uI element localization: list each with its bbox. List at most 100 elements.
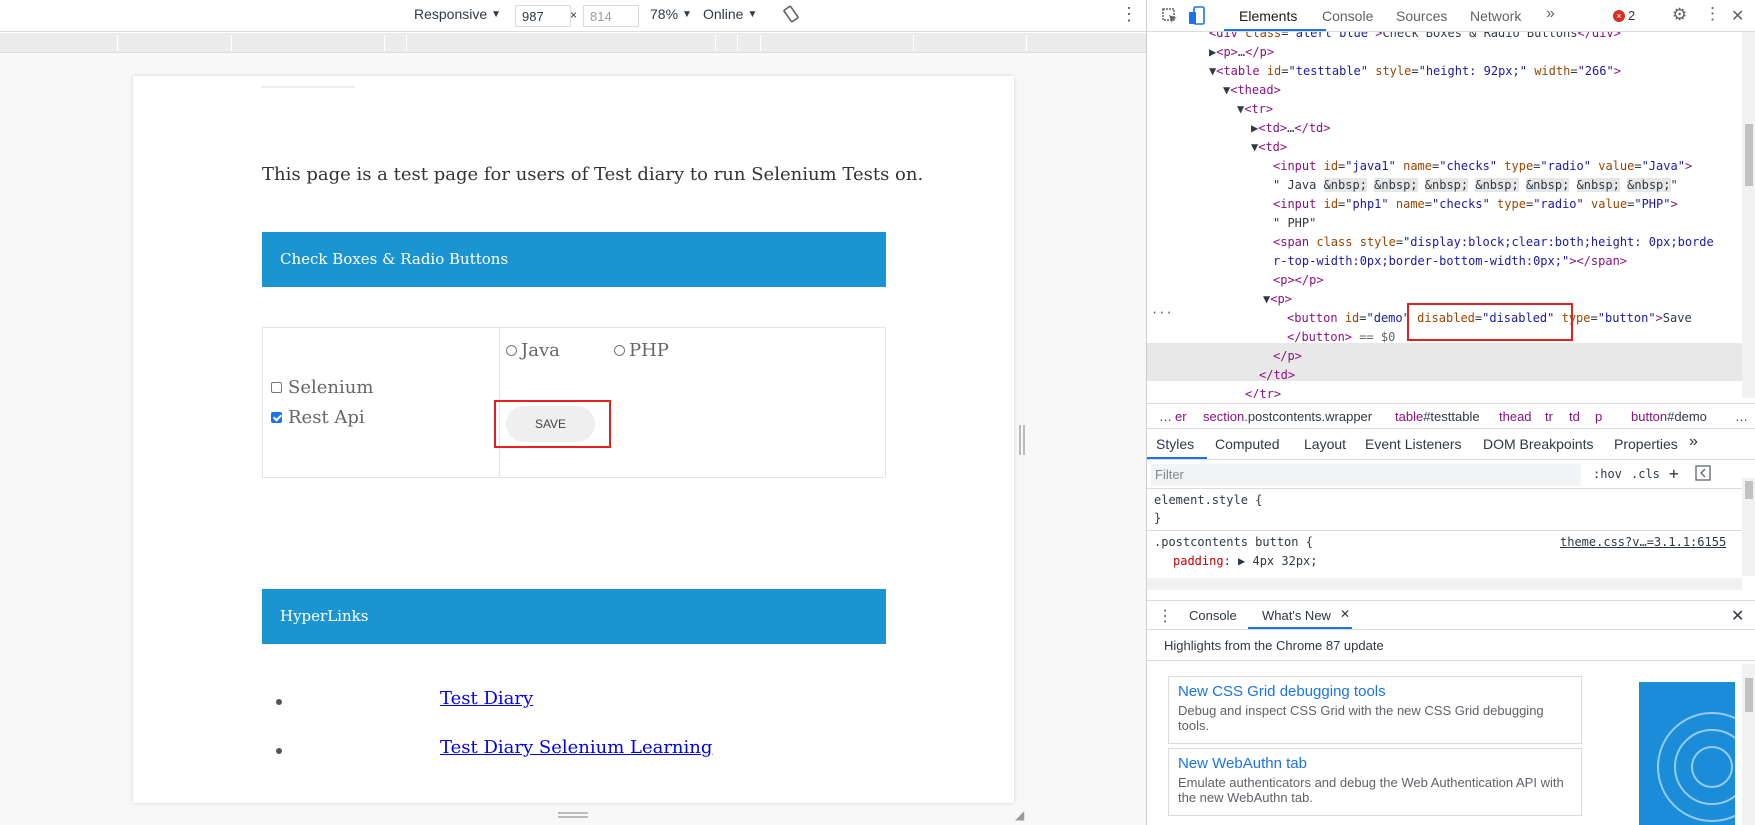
breadcrumb-item[interactable]: td — [1569, 409, 1580, 424]
drawer-tab-whats-new[interactable]: What's New — [1262, 608, 1331, 623]
dom-node[interactable]: <input id="java1" name="checks" type="ra… — [1273, 157, 1692, 176]
checkbox-checked-icon[interactable] — [271, 412, 282, 423]
breadcrumb-item[interactable]: table#testtable — [1395, 409, 1480, 424]
dom-node[interactable]: ▼<thead> — [1223, 81, 1281, 100]
active-tab-indicator — [1147, 457, 1207, 459]
breadcrumb-item[interactable]: thead — [1499, 409, 1532, 424]
dropdown-arrow-icon: ▼ — [491, 8, 502, 20]
add-rule-icon[interactable]: + — [1669, 464, 1679, 483]
close-tab-icon[interactable]: ✕ — [1340, 607, 1350, 621]
dom-node[interactable]: </p> — [1273, 347, 1302, 366]
radio-icon[interactable] — [506, 345, 517, 356]
breadcrumb-overflow-icon[interactable]: … — [1159, 409, 1172, 424]
whats-new-card[interactable]: New WebAuthn tab Emulate authenticators … — [1168, 748, 1582, 816]
settings-gear-icon[interactable]: ⚙ — [1672, 5, 1687, 25]
dom-node[interactable]: " PHP" — [1273, 214, 1316, 233]
dom-node[interactable]: ▼<table id="testtable" style="height: 92… — [1209, 62, 1621, 81]
dom-node[interactable]: ▶<td>…</td> — [1251, 119, 1331, 138]
devtools-panel: Elements Console Sources Network » × 2 ⚙… — [1146, 0, 1755, 825]
rule-declaration[interactable]: padding: ▶ 4px 32px; — [1173, 554, 1318, 568]
close-icon[interactable]: ✕ — [1731, 6, 1744, 26]
dom-node[interactable]: ▼<td> — [1251, 138, 1287, 157]
scrollbar-thumb[interactable] — [1745, 678, 1753, 712]
tab-styles[interactable]: Styles — [1156, 436, 1194, 452]
tab-computed[interactable]: Computed — [1215, 436, 1280, 452]
more-tabs-icon[interactable]: » — [1546, 5, 1555, 23]
styles-scrollbar[interactable] — [1742, 478, 1755, 576]
more-options-icon[interactable]: ⋮ — [1120, 4, 1138, 25]
device-mode-select[interactable]: Responsive ▼ — [414, 6, 501, 22]
card-title[interactable]: New CSS Grid debugging tools — [1178, 683, 1572, 700]
dom-node[interactable]: </tr> — [1245, 385, 1281, 398]
checkbox-rest-api[interactable]: Rest Api — [271, 407, 365, 428]
styles-filter-input[interactable]: Filter — [1151, 464, 1581, 486]
radio-label: Java — [521, 340, 560, 361]
selected-node-highlight — [1147, 343, 1742, 381]
cls-toggle[interactable]: .cls — [1631, 467, 1660, 481]
dimension-separator: × — [570, 8, 578, 22]
more-options-icon[interactable]: ⋮ — [1704, 4, 1721, 24]
zoom-select[interactable]: 78% ▼ — [650, 6, 692, 22]
dom-node[interactable]: <input id="php1" name="checks" type="rad… — [1273, 195, 1678, 214]
viewport-height-input[interactable]: 814 — [583, 5, 639, 27]
dom-node[interactable]: ▼<tr> — [1237, 100, 1273, 119]
whats-new-card[interactable]: New CSS Grid debugging tools Debug and i… — [1168, 676, 1582, 744]
radio-java[interactable]: Java — [506, 340, 560, 361]
tab-console[interactable]: Console — [1322, 8, 1373, 24]
rotate-icon[interactable] — [782, 5, 800, 23]
dom-node[interactable]: r-top-width:0px;border-bottom-width:0px;… — [1273, 252, 1627, 271]
checkbox-icon[interactable] — [271, 382, 282, 393]
breadcrumb-item[interactable]: p — [1595, 409, 1602, 424]
node-actions-icon[interactable]: ··· — [1151, 304, 1173, 323]
tab-layout[interactable]: Layout — [1304, 436, 1346, 452]
tab-sources[interactable]: Sources — [1396, 8, 1447, 24]
drawer-tab-console[interactable]: Console — [1189, 608, 1237, 623]
more-tabs-icon[interactable]: » — [1689, 433, 1698, 451]
dom-node[interactable]: <span class style="display:block;clear:b… — [1273, 233, 1714, 252]
card-description: Emulate authenticators and debug the Web… — [1178, 775, 1564, 805]
dom-node[interactable]: ▼<p> — [1263, 290, 1292, 309]
dom-node[interactable]: </td> — [1259, 366, 1295, 385]
radio-php[interactable]: PHP — [614, 340, 669, 361]
dom-node[interactable]: <p></p> — [1273, 271, 1324, 290]
network-throttle-select[interactable]: Online ▼ — [703, 6, 757, 22]
card-title[interactable]: New WebAuthn tab — [1178, 755, 1572, 772]
breadcrumb-overflow-icon[interactable]: … — [1735, 409, 1748, 424]
dom-node[interactable]: ▶<p>…</p> — [1209, 43, 1274, 62]
resize-handle-bottom[interactable] — [558, 812, 588, 818]
drawer-menu-icon[interactable]: ⋮ — [1157, 606, 1173, 626]
tab-event-listeners[interactable]: Event Listeners — [1365, 436, 1462, 452]
scrollbar-thumb[interactable] — [1745, 124, 1753, 186]
active-tab-indicator — [1224, 29, 1326, 31]
device-toggle-icon[interactable] — [1188, 6, 1206, 29]
sidebar-toggle-icon[interactable] — [1695, 465, 1711, 484]
breadcrumb-item-selected[interactable]: button#demo — [1631, 409, 1707, 424]
dom-node[interactable]: <div class="alert blue">Check Boxes & Ra… — [1209, 32, 1621, 43]
radio-icon[interactable] — [614, 345, 625, 356]
dom-node[interactable]: </button> == $0 — [1287, 328, 1395, 347]
hov-toggle[interactable]: :hov — [1593, 467, 1622, 481]
tab-network[interactable]: Network — [1470, 8, 1521, 24]
viewport-width-input[interactable]: 987 — [515, 5, 571, 27]
drawer-scrollbar[interactable] — [1742, 664, 1755, 825]
scrollbar-thumb[interactable] — [1745, 481, 1753, 499]
resize-handle-corner[interactable]: ◢ — [1015, 808, 1024, 822]
checkbox-selenium[interactable]: Selenium — [271, 377, 373, 398]
breadcrumb-item[interactable]: er — [1175, 409, 1187, 424]
tab-dom-breakpoints[interactable]: DOM Breakpoints — [1483, 436, 1593, 452]
link-test-diary[interactable]: Test Diary — [440, 688, 533, 709]
tab-properties[interactable]: Properties — [1614, 436, 1678, 452]
close-drawer-icon[interactable]: ✕ — [1731, 606, 1744, 626]
resize-handle-right[interactable] — [1019, 425, 1025, 455]
dom-node[interactable]: " Java &nbsp; &nbsp; &nbsp; &nbsp; &nbsp… — [1273, 176, 1678, 195]
error-counter[interactable]: × 2 — [1613, 8, 1635, 23]
breadcrumb-item[interactable]: tr — [1545, 409, 1553, 424]
link-test-diary-selenium[interactable]: Test Diary Selenium Learning — [440, 737, 712, 758]
tab-elements[interactable]: Elements — [1239, 8, 1297, 24]
dom-scrollbar[interactable] — [1742, 32, 1755, 398]
breadcrumb-item[interactable]: section.postcontents.wrapper — [1203, 409, 1372, 424]
inspect-icon[interactable] — [1161, 7, 1179, 28]
styles-h-scrollbar[interactable] — [1147, 578, 1742, 590]
bullet — [276, 748, 282, 754]
rule-source-link[interactable]: theme.css?v…=3.1.1:6155 — [1560, 535, 1726, 549]
